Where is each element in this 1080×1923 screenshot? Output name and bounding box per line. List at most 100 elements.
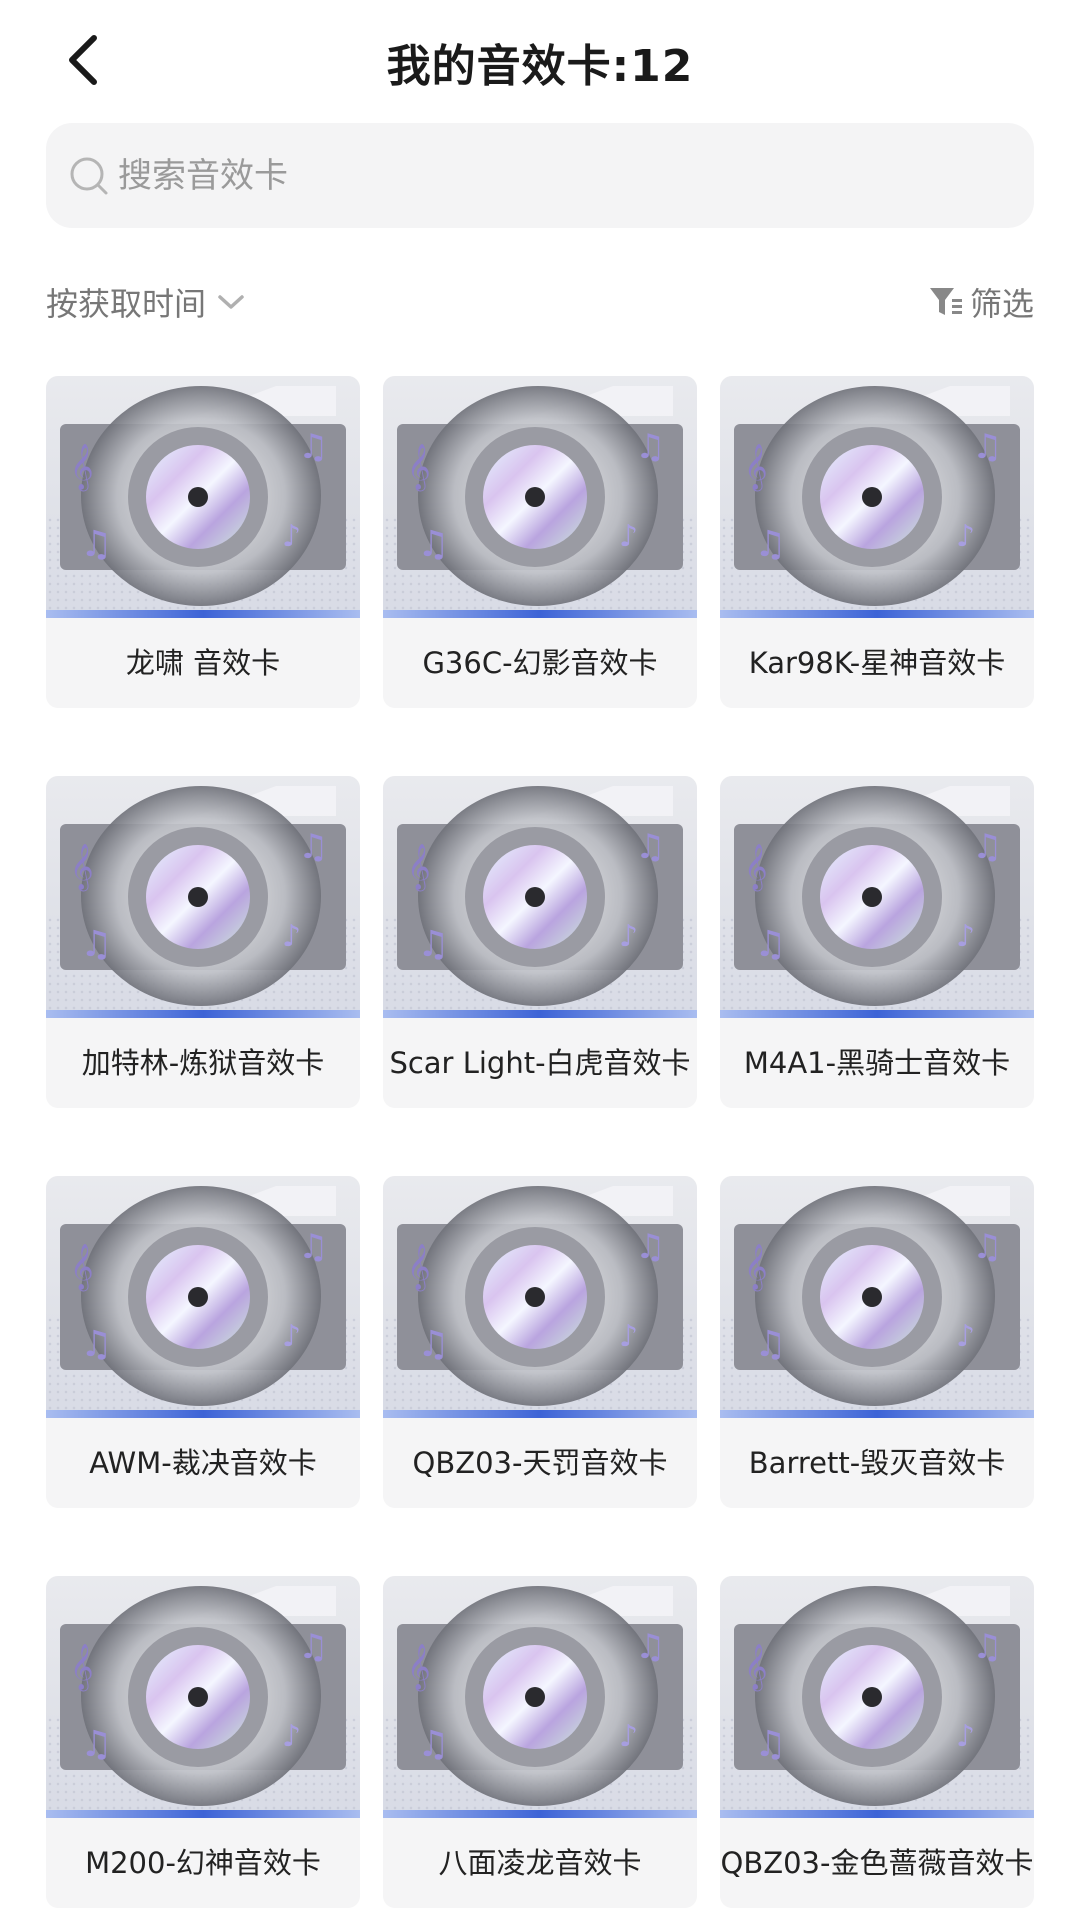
svg-text:♫: ♫	[80, 1724, 112, 1765]
card-thumbnail: 𝄞 ♫ ♫ ♪	[720, 1576, 1034, 1818]
card-label: M4A1-黑骑士音效卡	[743, 1046, 1011, 1080]
sound-card[interactable]: 𝄞 ♫ ♫ ♪ AWM-裁决音效卡	[46, 1176, 360, 1508]
disc-artwork-icon: 𝄞 ♫ ♫ ♪	[60, 386, 346, 606]
sound-card[interactable]: 𝄞 ♫ ♫ ♪ QBZ03-天罚音效卡	[383, 1176, 697, 1508]
svg-text:♫: ♫	[417, 1324, 449, 1365]
card-label: QBZ03-金色蔷薇音效卡	[720, 1846, 1034, 1880]
search-icon	[70, 157, 108, 195]
svg-text:♫: ♫	[972, 427, 1002, 467]
svg-text:♫: ♫	[635, 827, 665, 867]
sound-card[interactable]: 𝄞 ♫ ♫ ♪ G36C-幻影音效卡	[383, 376, 697, 708]
disc-artwork-icon: 𝄞 ♫ ♫ ♪	[734, 386, 1020, 606]
svg-text:♫: ♫	[80, 524, 112, 565]
svg-text:♪: ♪	[282, 919, 301, 954]
accent-bar	[46, 610, 360, 618]
filter-label: 筛选	[969, 285, 1034, 323]
sound-card[interactable]: 𝄞 ♫ ♫ ♪ 龙啸 音效卡	[46, 376, 360, 708]
sound-card[interactable]: 𝄞 ♫ ♫ ♪ M200-幻神音效卡	[46, 1576, 360, 1908]
disc-artwork-icon: 𝄞 ♫ ♫ ♪	[397, 386, 683, 606]
sound-card[interactable]: 𝄞 ♫ ♫ ♪ 加特林-炼狱音效卡	[46, 776, 360, 1108]
card-thumbnail: 𝄞 ♫ ♫ ♪	[720, 376, 1034, 618]
svg-text:𝄞: 𝄞	[70, 444, 94, 492]
sound-card[interactable]: 𝄞 ♫ ♫ ♪ M4A1-黑骑士音效卡	[720, 776, 1034, 1108]
svg-text:♫: ♫	[417, 924, 449, 965]
sound-card[interactable]: 𝄞 ♫ ♫ ♪ Scar Light-白虎音效卡	[383, 776, 697, 1108]
card-label: QBZ03-天罚音效卡	[412, 1446, 668, 1480]
page-title: 我的音效卡:12	[386, 41, 694, 92]
sound-card[interactable]: 𝄞 ♫ ♫ ♪ QBZ03-金色蔷薇音效卡	[720, 1576, 1034, 1908]
svg-text:♪: ♪	[619, 519, 638, 554]
card-thumbnail: 𝄞 ♫ ♫ ♪	[383, 776, 697, 1018]
accent-bar	[720, 1410, 1034, 1418]
disc-artwork-icon: 𝄞 ♫ ♫ ♪	[60, 786, 346, 1006]
search-input[interactable]	[118, 123, 998, 228]
svg-text:♫: ♫	[417, 524, 449, 565]
svg-text:𝄞: 𝄞	[744, 844, 768, 892]
accent-bar	[720, 610, 1034, 618]
svg-text:𝄞: 𝄞	[407, 444, 431, 492]
svg-text:𝄞: 𝄞	[407, 1644, 431, 1692]
card-label: G36C-幻影音效卡	[422, 646, 658, 680]
card-label: 加特林-炼狱音效卡	[81, 1046, 325, 1080]
disc-artwork-icon: 𝄞 ♫ ♫ ♪	[60, 1186, 346, 1406]
accent-bar	[383, 1410, 697, 1418]
chevron-down-icon	[218, 295, 244, 309]
search-bar[interactable]	[46, 123, 1034, 228]
card-label: Kar98K-星神音效卡	[748, 646, 1006, 680]
card-thumbnail: 𝄞 ♫ ♫ ♪	[720, 776, 1034, 1018]
svg-text:♪: ♪	[956, 919, 975, 954]
svg-text:♫: ♫	[754, 1724, 786, 1765]
card-label: AWM-裁决音效卡	[89, 1446, 317, 1480]
sound-card[interactable]: 𝄞 ♫ ♫ ♪ Kar98K-星神音效卡	[720, 376, 1034, 708]
svg-text:♫: ♫	[298, 827, 328, 867]
svg-text:♫: ♫	[972, 827, 1002, 867]
card-thumbnail: 𝄞 ♫ ♫ ♪	[383, 1576, 697, 1818]
svg-text:♫: ♫	[80, 924, 112, 965]
svg-text:♫: ♫	[417, 1724, 449, 1765]
svg-text:♪: ♪	[619, 919, 638, 954]
svg-text:♪: ♪	[282, 1319, 301, 1354]
accent-bar	[46, 1810, 360, 1818]
card-thumbnail: 𝄞 ♫ ♫ ♪	[46, 376, 360, 618]
svg-text:♫: ♫	[635, 1227, 665, 1267]
svg-text:𝄞: 𝄞	[744, 1244, 768, 1292]
svg-text:♪: ♪	[282, 1719, 301, 1754]
svg-text:♪: ♪	[956, 1719, 975, 1754]
accent-bar	[383, 1010, 697, 1018]
accent-bar	[383, 1810, 697, 1818]
card-thumbnail: 𝄞 ♫ ♫ ♪	[383, 1176, 697, 1418]
svg-text:♫: ♫	[635, 427, 665, 467]
sort-dropdown[interactable]: 按获取时间	[46, 277, 246, 327]
svg-text:♫: ♫	[754, 524, 786, 565]
card-thumbnail: 𝄞 ♫ ♫ ♪	[46, 1176, 360, 1418]
disc-artwork-icon: 𝄞 ♫ ♫ ♪	[60, 1586, 346, 1806]
disc-artwork-icon: 𝄞 ♫ ♫ ♪	[734, 786, 1020, 1006]
svg-text:♫: ♫	[972, 1227, 1002, 1267]
filter-icon	[929, 288, 962, 315]
accent-bar	[720, 1810, 1034, 1818]
svg-text:♫: ♫	[298, 1627, 328, 1667]
header-bar: 我的音效卡:12	[0, 0, 1080, 120]
svg-text:𝄞: 𝄞	[407, 844, 431, 892]
svg-text:♫: ♫	[298, 1227, 328, 1267]
filter-button[interactable]: 筛选	[928, 277, 1034, 327]
svg-text:♫: ♫	[754, 924, 786, 965]
svg-text:♫: ♫	[754, 1324, 786, 1365]
svg-text:♪: ♪	[282, 519, 301, 554]
svg-text:𝄞: 𝄞	[407, 1244, 431, 1292]
sound-card[interactable]: 𝄞 ♫ ♫ ♪ 八面凌龙音效卡	[383, 1576, 697, 1908]
svg-text:𝄞: 𝄞	[70, 1644, 94, 1692]
card-label: Scar Light-白虎音效卡	[389, 1046, 691, 1080]
card-label: 八面凌龙音效卡	[438, 1846, 642, 1880]
sound-card[interactable]: 𝄞 ♫ ♫ ♪ Barrett-毁灭音效卡	[720, 1176, 1034, 1508]
disc-artwork-icon: 𝄞 ♫ ♫ ♪	[734, 1186, 1020, 1406]
disc-artwork-icon: 𝄞 ♫ ♫ ♪	[397, 1186, 683, 1406]
accent-bar	[46, 1010, 360, 1018]
accent-bar	[383, 610, 697, 618]
card-thumbnail: 𝄞 ♫ ♫ ♪	[383, 376, 697, 618]
card-label: M200-幻神音效卡	[85, 1846, 321, 1880]
svg-text:♪: ♪	[956, 1319, 975, 1354]
accent-bar	[46, 1410, 360, 1418]
disc-artwork-icon: 𝄞 ♫ ♫ ♪	[397, 1586, 683, 1806]
svg-text:♫: ♫	[298, 427, 328, 467]
